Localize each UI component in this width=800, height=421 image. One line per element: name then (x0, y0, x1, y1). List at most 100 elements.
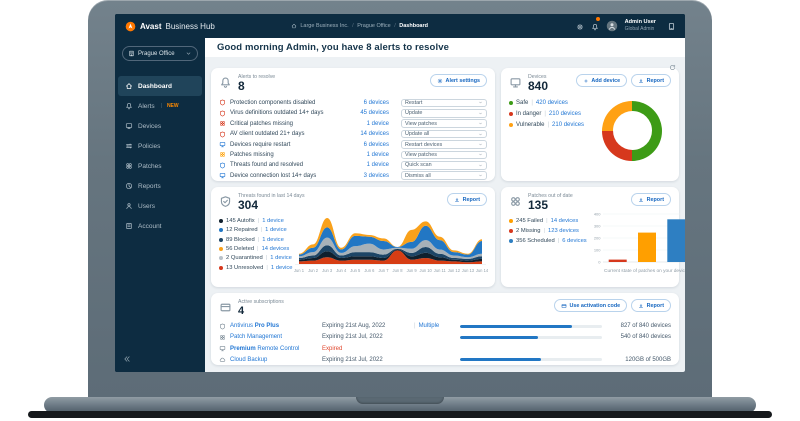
legend-label: 245 Failed (516, 218, 543, 224)
alert-action-select[interactable]: Restart (401, 99, 487, 108)
subscriptions-report-button[interactable]: Report (631, 299, 671, 312)
legend-devices-link[interactable]: 1 device (271, 265, 293, 271)
alert-devices-link[interactable]: 1 device (367, 162, 389, 168)
alert-action-select[interactable]: Update (401, 109, 487, 118)
sidebar-item-account[interactable]: Account (118, 216, 202, 236)
legend-item: Safe|420 devices (509, 100, 584, 106)
alert-row: Threats found and resolved 1 device Quick … (219, 160, 487, 170)
alert-settings-label: Alert settings (446, 78, 480, 84)
refresh-button[interactable] (669, 59, 676, 74)
alert-settings-button[interactable]: Alert settings (430, 74, 487, 87)
legend-devices-link[interactable]: 1 device (265, 227, 287, 233)
patches-report-button[interactable]: Report (631, 193, 671, 206)
legend-dot (219, 238, 223, 242)
patch-icon (125, 162, 133, 170)
alert-action-label: Restart devices (405, 142, 442, 148)
legend-devices-link[interactable]: 1 device (262, 237, 284, 243)
svg-text:Jun 11: Jun 11 (433, 268, 446, 273)
sidebar-item-alerts[interactable]: Alerts|NEW (118, 96, 202, 116)
alert-action-select[interactable]: Restart devices (401, 140, 487, 149)
alert-devices-link[interactable]: 1 device (367, 152, 389, 158)
devices-legend: Safe|420 devices In danger|210 devices Vul… (509, 100, 584, 175)
subscription-multiple-link[interactable]: Multiple (419, 323, 440, 329)
sidebar-collapse-button[interactable] (123, 351, 131, 366)
chevron-down-icon (478, 152, 483, 157)
legend-devices-link[interactable]: 14 devices (262, 246, 290, 252)
svg-text:Jun 5: Jun 5 (350, 268, 361, 273)
settings-button[interactable] (576, 19, 584, 34)
legend-dot (219, 266, 223, 270)
alert-action-select[interactable]: Quick scan (401, 161, 487, 170)
avatar[interactable] (606, 20, 618, 32)
legend-label: Vulnerable (516, 122, 544, 128)
app-logo: Avast Business Hub (125, 21, 215, 32)
alert-action-label: Restart (405, 100, 422, 106)
add-device-button[interactable]: Add device (576, 74, 627, 87)
org-selector[interactable]: Prague Office (122, 46, 198, 61)
breadcrumb-item: Dashboard (399, 23, 428, 29)
breadcrumb-item[interactable]: Prague Office (357, 23, 391, 29)
alert-devices-link[interactable]: 6 devices (364, 142, 389, 148)
alert-devices-link[interactable]: 3 devices (364, 173, 389, 179)
legend-devices-link[interactable]: 210 devices (549, 111, 581, 117)
legend-devices-link[interactable]: 14 devices (551, 218, 579, 224)
legend-devices-link[interactable]: 6 devices (562, 238, 587, 244)
sidebar-item-policies[interactable]: Policies (118, 136, 202, 156)
sidebar-item-devices[interactable]: Devices (118, 116, 202, 136)
sidebar-item-reports[interactable]: Reports (118, 176, 202, 196)
threats-report-button[interactable]: Report (447, 193, 487, 206)
notifications-button[interactable] (591, 19, 599, 34)
alert-action-select[interactable]: View patches (401, 151, 487, 160)
user-menu[interactable]: Admin User Global Admin (625, 19, 656, 32)
use-activation-code-button[interactable]: Use activation code (554, 299, 627, 312)
subscription-name-link[interactable]: Patch Management (230, 334, 322, 340)
alert-action-label: Quick scan (405, 162, 432, 168)
support-button[interactable] (667, 19, 676, 34)
alert-devices-link[interactable]: 6 devices (364, 100, 389, 106)
threats-legend: 145 Autofix|1 device12 Repaired|1 device… (219, 218, 293, 281)
sidebar-item-dashboard[interactable]: Dashboard (118, 76, 202, 96)
subscription-expiry: Expiring 21st Jul, 2022 (322, 334, 414, 340)
pie-icon (125, 182, 133, 190)
subscription-name-link[interactable]: Cloud Backup (230, 357, 322, 363)
svg-text:Jun 7: Jun 7 (378, 268, 389, 273)
legend-devices-link[interactable]: 420 devices (536, 100, 568, 106)
alert-action-select[interactable]: Update all (401, 130, 487, 139)
legend-devices-link[interactable]: 210 devices (552, 122, 584, 128)
alert-row: Patches missing1 deviceView patches (219, 150, 487, 160)
alert-devices-link[interactable]: 14 devices (360, 131, 389, 137)
subscription-row: Patch ManagementExpiring 21st Jul, 2022 5… (219, 332, 671, 343)
devices-count: 840 (528, 80, 548, 94)
legend-label: 89 Blocked (226, 237, 255, 243)
home-icon (125, 82, 133, 90)
sidebar-item-users[interactable]: Users (118, 196, 202, 216)
devices-report-button[interactable]: Report (631, 74, 671, 87)
alert-action-select[interactable]: Dismiss all (401, 171, 487, 180)
download-icon (638, 197, 644, 203)
legend-item: In danger|210 devices (509, 111, 584, 117)
chevron-down-icon (478, 100, 483, 105)
support-icon (667, 22, 676, 31)
devices-report-label: Report (647, 78, 664, 84)
alert-devices-link[interactable]: 45 devices (360, 110, 389, 116)
legend-label: 2 Missing (516, 228, 540, 234)
legend-dot (509, 219, 513, 223)
legend-devices-link[interactable]: 1 device (262, 218, 284, 224)
doc-icon (125, 222, 133, 230)
patches-count: 135 (528, 199, 573, 213)
subscription-usage: 540 of 840 devices (621, 334, 671, 340)
legend-label: 145 Autofix (226, 218, 255, 224)
alert-action-select[interactable]: View patches (401, 119, 487, 128)
breadcrumb-item[interactable]: Large Business Inc. (300, 23, 348, 29)
legend-devices-link[interactable]: 1 device (270, 255, 292, 261)
sidebar-item-patches[interactable]: Patches (118, 156, 202, 176)
alert-text: Threats found and resolved (230, 162, 303, 168)
legend-devices-link[interactable]: 123 devices (548, 228, 579, 234)
subscription-name-link[interactable]: Antivirus Pro Plus (230, 323, 322, 329)
alert-devices-link[interactable]: 1 device (367, 121, 389, 127)
shield-icon (219, 323, 226, 330)
legend-item: 356 Scheduled|6 devices (509, 238, 587, 244)
subscriptions-card-title: Active subscriptions (238, 299, 284, 305)
subscription-name-link[interactable]: Premium Remote Control (230, 346, 322, 352)
legend-dot (509, 112, 513, 116)
